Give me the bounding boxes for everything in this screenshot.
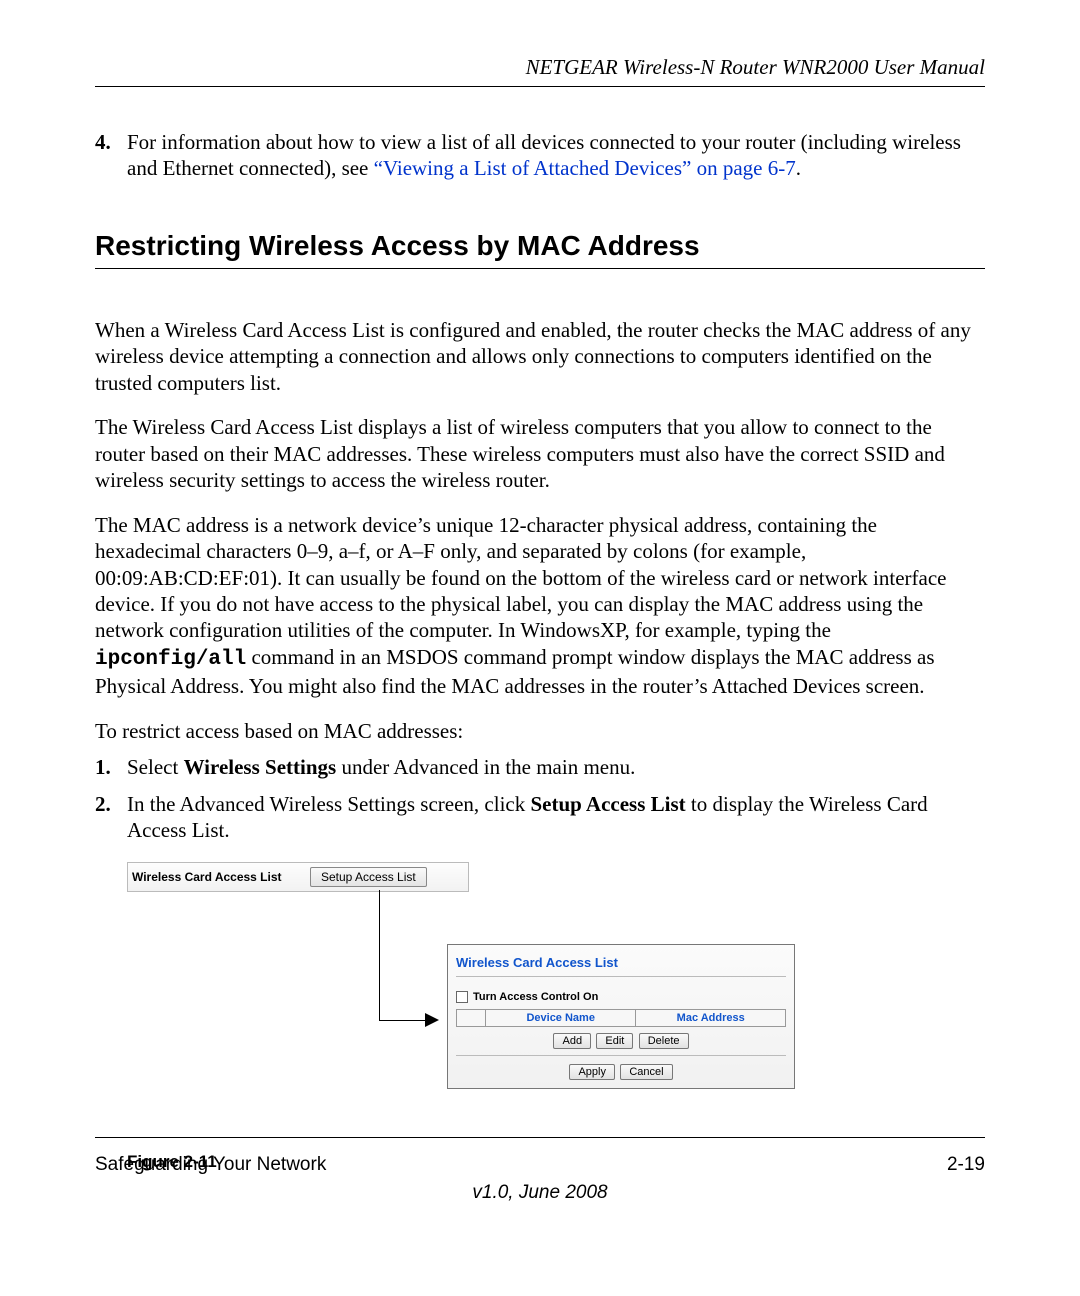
arrow-icon [425,1013,439,1027]
attached-devices-xref[interactable]: “Viewing a List of Attached Devices” on … [374,156,796,180]
figure-top-label: Wireless Card Access List [128,870,310,884]
access-control-row: Turn Access Control On [456,991,786,1003]
panel-title: Wireless Card Access List [456,955,786,977]
add-button[interactable]: Add [553,1033,591,1049]
device-table-col-empty [457,1009,486,1026]
step-2-pre: In the Advanced Wireless Settings screen… [127,792,530,816]
page: NETGEAR Wireless-N Router WNR2000 User M… [0,0,1080,1296]
paragraph-3-pre: The MAC address is a network device’s un… [95,513,946,643]
step-1: 1. Select Wireless Settings under Advanc… [95,754,985,780]
figure-top-bar: Wireless Card Access List Setup Access L… [127,862,469,892]
footer-page-number: 2-19 [947,1154,985,1176]
step-4-number: 4. [95,129,127,182]
paragraph-3: The MAC address is a network device’s un… [95,512,985,700]
step-1-pre: Select [127,755,184,779]
cancel-button[interactable]: Cancel [620,1064,672,1080]
apply-button[interactable]: Apply [569,1064,615,1080]
step-4-body: For information about how to view a list… [127,129,985,182]
footer-rule [95,1137,985,1138]
step-4-post: . [796,156,801,180]
step-1-body: Select Wireless Settings under Advanced … [127,754,985,780]
step-2: 2. In the Advanced Wireless Settings scr… [95,791,985,844]
paragraph-2: The Wireless Card Access List displays a… [95,414,985,493]
step-1-number: 1. [95,754,127,780]
access-control-checkbox[interactable] [456,991,468,1003]
access-control-label: Turn Access Control On [473,991,598,1003]
footer-version: v1.0, June 2008 [0,1182,1080,1204]
device-table-col-name: Device Name [486,1009,636,1026]
device-table: Device Name Mac Address [456,1009,786,1027]
step-2-bold: Setup Access List [530,792,685,816]
device-table-col-mac: Mac Address [636,1009,786,1026]
paragraph-4: To restrict access based on MAC addresse… [95,718,985,744]
setup-access-list-button[interactable]: Setup Access List [310,867,427,887]
panel-action-row: Apply Cancel [456,1064,786,1080]
connector-horizontal [379,1020,427,1021]
delete-button[interactable]: Delete [639,1033,689,1049]
wireless-card-access-list-panel: Wireless Card Access List Turn Access Co… [447,944,795,1089]
section-heading: Restricting Wireless Access by MAC Addre… [95,230,985,269]
step-1-post: under Advanced in the main menu. [336,755,635,779]
footer-row: Safeguarding Your Network 2-19 [95,1154,985,1176]
footer-left: Safeguarding Your Network [95,1154,326,1176]
figure-2-11: Wireless Card Access List Setup Access L… [127,862,807,1142]
step-2-body: In the Advanced Wireless Settings screen… [127,791,985,844]
step-2-number: 2. [95,791,127,844]
ipconfig-command: ipconfig/all [95,648,246,671]
step-4: 4. For information about how to view a l… [95,129,985,182]
edit-button[interactable]: Edit [596,1033,633,1049]
running-header: NETGEAR Wireless-N Router WNR2000 User M… [95,55,985,87]
step-1-bold: Wireless Settings [184,755,337,779]
paragraph-1: When a Wireless Card Access List is conf… [95,317,985,396]
connector-vertical [379,890,380,1020]
table-button-row: Add Edit Delete [456,1031,786,1056]
